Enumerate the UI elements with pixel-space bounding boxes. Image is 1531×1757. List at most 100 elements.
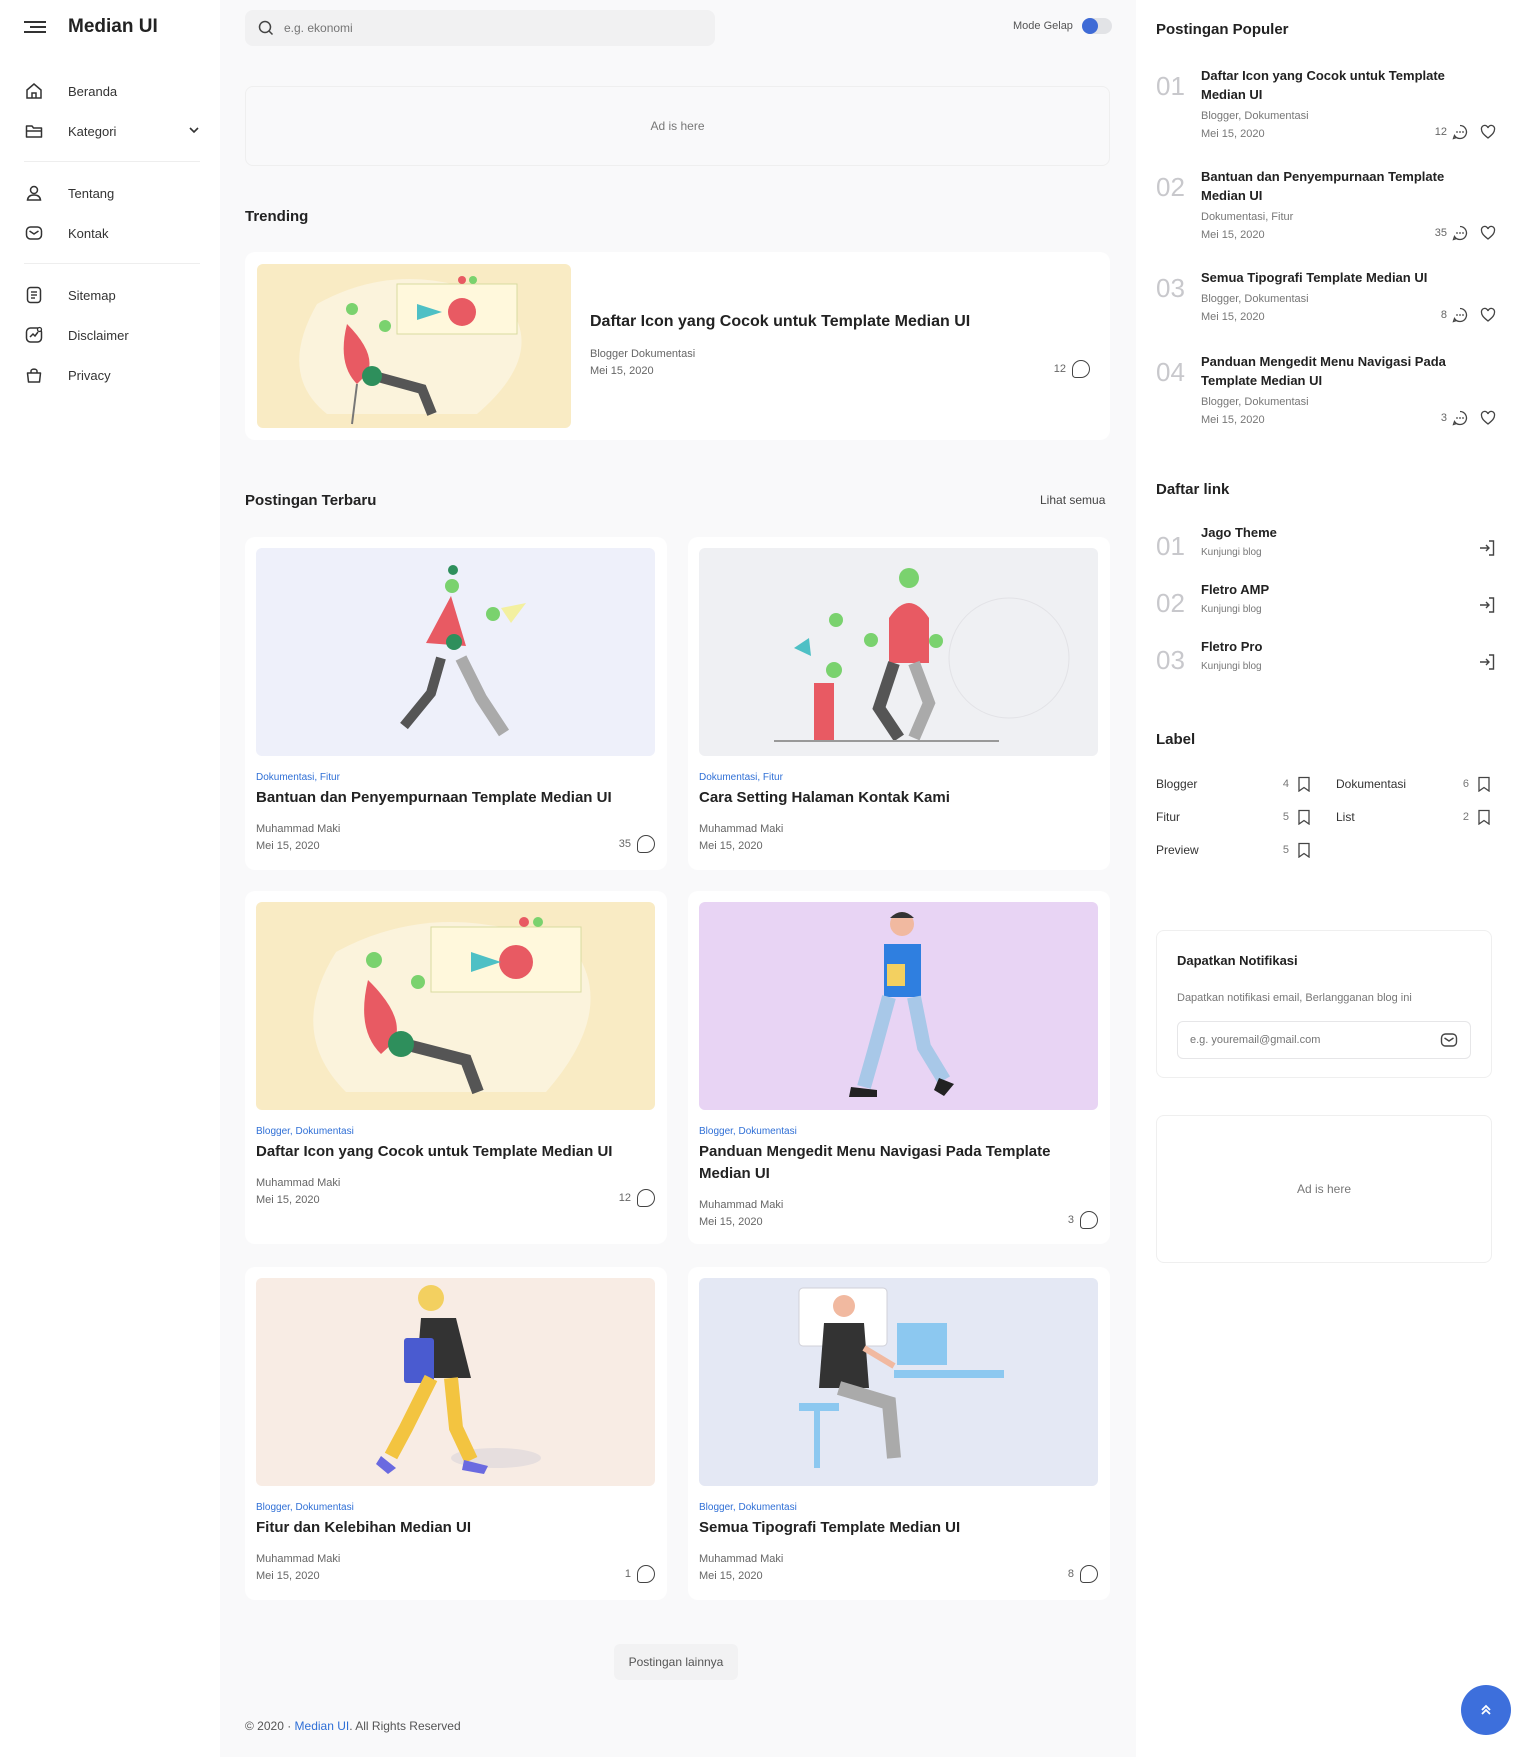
post-categories[interactable]: Blogger, Dokumentasi (256, 1126, 354, 1137)
heart-icon[interactable] (1480, 410, 1496, 426)
email-field[interactable] (1177, 1021, 1471, 1059)
post-author[interactable]: Muhammad Maki (699, 1553, 783, 1565)
post-card[interactable]: Blogger, Dokumentasi Panduan Mengedit Me… (688, 891, 1110, 1244)
post-categories[interactable]: Dokumentasi, Fitur (256, 772, 340, 783)
dark-mode-toggle[interactable] (1081, 18, 1112, 34)
see-all-link[interactable]: Lihat semua (1040, 493, 1105, 507)
menu-icon[interactable] (24, 19, 46, 35)
login-arrow-icon[interactable] (1478, 539, 1496, 557)
label-item[interactable]: Preview 5 (1156, 842, 1311, 858)
popular-title[interactable]: Bantuan dan Penyempurnaan Template Media… (1201, 167, 1471, 205)
sidebar-item-beranda[interactable]: Beranda (24, 71, 200, 111)
post-author[interactable]: Muhammad Maki (256, 823, 340, 835)
post-thumbnail[interactable] (257, 264, 571, 428)
post-card[interactable]: Blogger, Dokumentasi Fitur dan Kelebihan… (245, 1267, 667, 1600)
comment-count[interactable]: 8 (1068, 1565, 1098, 1583)
label-item[interactable]: Fitur 5 (1156, 809, 1311, 825)
post-categories[interactable]: Blogger Dokumentasi (590, 348, 695, 360)
post-thumbnail[interactable] (256, 1278, 655, 1486)
more-posts-button[interactable]: Postingan lainnya (614, 1644, 738, 1680)
post-card[interactable]: Blogger, Dokumentasi Daftar Icon yang Co… (245, 891, 667, 1244)
comment-count[interactable]: 3 (1068, 1211, 1098, 1229)
comment-count[interactable]: 35 (619, 835, 655, 853)
post-thumbnail[interactable] (699, 902, 1098, 1110)
link-item[interactable]: 01 Jago Theme Kunjungi blog (1156, 525, 1496, 570)
sidebar-item-tentang[interactable]: Tentang (24, 173, 200, 213)
post-author[interactable]: Muhammad Maki (699, 823, 783, 835)
sidebar-item-disclaimer[interactable]: Disclaimer (24, 315, 200, 355)
link-name[interactable]: Jago Theme (1201, 525, 1277, 540)
label-item[interactable]: Dokumentasi 6 (1336, 776, 1491, 792)
post-title[interactable]: Fitur dan Kelebihan Median UI (256, 1517, 471, 1539)
bookmark-icon (1478, 809, 1490, 825)
link-subtitle[interactable]: Kunjungi blog (1201, 547, 1262, 558)
link-item[interactable]: 03 Fletro Pro Kunjungi blog (1156, 639, 1496, 684)
heart-icon[interactable] (1480, 124, 1496, 140)
post-categories[interactable]: Blogger, Dokumentasi (256, 1502, 354, 1513)
comment-icon[interactable] (1452, 307, 1468, 323)
search-input[interactable] (284, 21, 684, 35)
back-to-top-button[interactable] (1461, 1685, 1511, 1735)
comment-icon[interactable] (1452, 124, 1468, 140)
sidebar-item-kontak[interactable]: Kontak (24, 213, 200, 253)
link-name[interactable]: Fletro Pro (1201, 639, 1262, 654)
email-input[interactable] (1190, 1034, 1430, 1046)
post-card[interactable]: Blogger, Dokumentasi Semua Tipografi Tem… (688, 1267, 1110, 1600)
popular-title[interactable]: Daftar Icon yang Cocok untuk Template Me… (1201, 66, 1471, 104)
link-subtitle[interactable]: Kunjungi blog (1201, 661, 1262, 672)
search-bar[interactable] (245, 10, 715, 46)
post-title[interactable]: Panduan Mengedit Menu Navigasi Pada Temp… (699, 1141, 1094, 1185)
popular-categories[interactable]: Dokumentasi, Fitur (1201, 211, 1293, 223)
post-card[interactable]: Dokumentasi, Fitur Bantuan dan Penyempur… (245, 537, 667, 870)
link-name[interactable]: Fletro AMP (1201, 582, 1269, 597)
post-thumbnail[interactable] (256, 902, 655, 1110)
post-title[interactable]: Cara Setting Halaman Kontak Kami (699, 787, 950, 809)
sidebar-item-kategori[interactable]: Kategori (24, 111, 200, 151)
post-thumbnail[interactable] (699, 548, 1098, 756)
link-item[interactable]: 02 Fletro AMP Kunjungi blog (1156, 582, 1496, 627)
comment-count[interactable]: 12 (1054, 360, 1090, 378)
popular-item[interactable]: 01 Daftar Icon yang Cocok untuk Template… (1156, 66, 1496, 146)
label-item[interactable]: Blogger 4 (1156, 776, 1311, 792)
post-categories[interactable]: Blogger, Dokumentasi (699, 1502, 797, 1513)
section-title-trending: Trending (245, 208, 309, 225)
mail-icon[interactable] (1440, 1031, 1458, 1049)
brand-name[interactable]: Median UI (68, 16, 158, 38)
comment-icon[interactable] (1452, 225, 1468, 241)
link-subtitle[interactable]: Kunjungi blog (1201, 604, 1262, 615)
login-arrow-icon[interactable] (1478, 653, 1496, 671)
popular-item[interactable]: 03 Semua Tipografi Template Median UI Bl… (1156, 268, 1496, 328)
post-title[interactable]: Daftar Icon yang Cocok untuk Template Me… (256, 1141, 612, 1163)
label-item[interactable]: List 2 (1336, 809, 1491, 825)
popular-title[interactable]: Panduan Mengedit Menu Navigasi Pada Temp… (1201, 352, 1471, 390)
chevron-down-icon[interactable] (188, 124, 200, 139)
popular-categories[interactable]: Blogger, Dokumentasi (1201, 110, 1309, 122)
heart-icon[interactable] (1480, 225, 1496, 241)
post-title[interactable]: Bantuan dan Penyempurnaan Template Media… (256, 787, 612, 809)
comment-count[interactable]: 1 (625, 1565, 655, 1583)
post-thumbnail[interactable] (256, 548, 655, 756)
post-card[interactable]: Dokumentasi, Fitur Cara Setting Halaman … (688, 537, 1110, 870)
popular-item[interactable]: 02 Bantuan dan Penyempurnaan Template Me… (1156, 167, 1496, 247)
post-thumbnail[interactable] (699, 1278, 1098, 1486)
post-author[interactable]: Muhammad Maki (699, 1199, 783, 1211)
footer-link[interactable]: Median UI (295, 1719, 350, 1733)
comment-count-value: 12 (618, 1192, 631, 1204)
comment-count[interactable]: 12 (619, 1189, 655, 1207)
sidebar-item-sitemap[interactable]: Sitemap (24, 275, 200, 315)
post-author[interactable]: Muhammad Maki (256, 1553, 340, 1565)
heart-icon[interactable] (1480, 307, 1496, 323)
sidebar-item-privacy[interactable]: Privacy (24, 355, 200, 395)
post-title[interactable]: Semua Tipografi Template Median UI (699, 1517, 960, 1539)
popular-item[interactable]: 04 Panduan Mengedit Menu Navigasi Pada T… (1156, 352, 1496, 432)
post-title[interactable]: Daftar Icon yang Cocok untuk Template Me… (590, 311, 970, 333)
comment-icon[interactable] (1452, 410, 1468, 426)
post-categories[interactable]: Dokumentasi, Fitur (699, 772, 783, 783)
post-categories[interactable]: Blogger, Dokumentasi (699, 1126, 797, 1137)
login-arrow-icon[interactable] (1478, 596, 1496, 614)
post-author[interactable]: Muhammad Maki (256, 1177, 340, 1189)
popular-categories[interactable]: Blogger, Dokumentasi (1201, 293, 1309, 305)
trending-card[interactable]: Daftar Icon yang Cocok untuk Template Me… (245, 252, 1110, 440)
popular-categories[interactable]: Blogger, Dokumentasi (1201, 396, 1309, 408)
popular-title[interactable]: Semua Tipografi Template Median UI (1201, 268, 1471, 287)
